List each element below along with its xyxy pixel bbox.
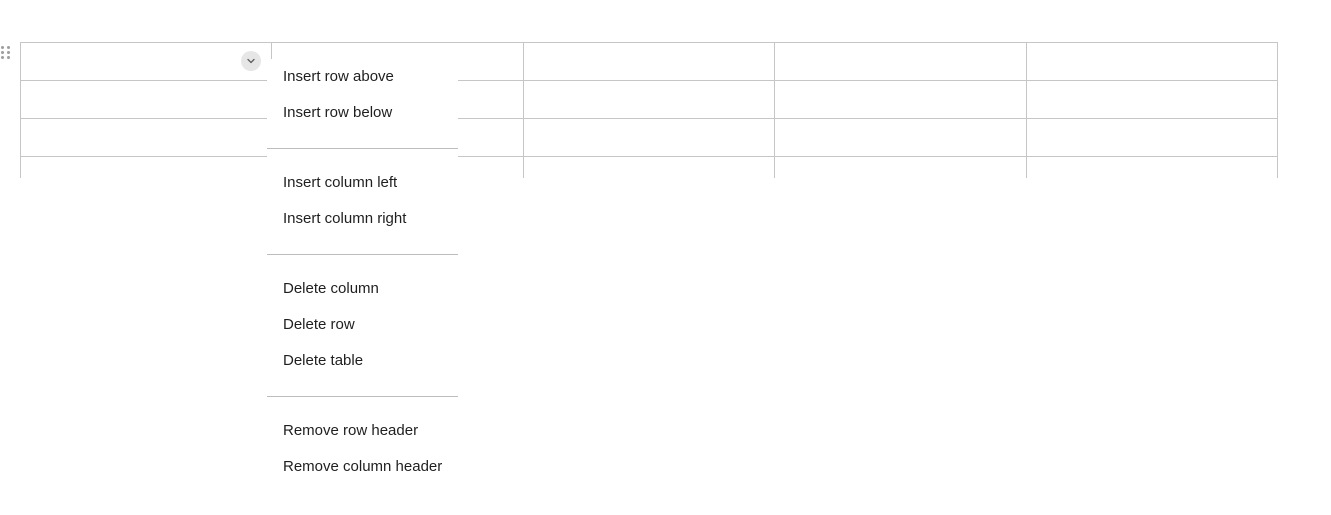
remove-column-header-item[interactable]: Remove column header xyxy=(267,449,458,485)
insert-column-left-item[interactable]: Insert column left xyxy=(267,165,458,201)
table-cell[interactable] xyxy=(20,156,273,178)
table-cell[interactable] xyxy=(1025,118,1278,157)
insert-row-above-item[interactable]: Insert row above xyxy=(267,59,458,95)
table-cell[interactable] xyxy=(1025,156,1278,178)
table-row xyxy=(20,118,1278,157)
table-container xyxy=(20,42,1278,178)
menu-divider xyxy=(267,148,458,149)
table-context-menu: Insert row above Insert row below Insert… xyxy=(267,59,458,485)
table-cell[interactable] xyxy=(774,156,1027,178)
table-cell[interactable] xyxy=(20,80,273,119)
delete-column-item[interactable]: Delete column xyxy=(267,271,458,307)
insert-column-right-item[interactable]: Insert column right xyxy=(267,201,458,237)
table-cell[interactable] xyxy=(20,42,273,81)
delete-table-item[interactable]: Delete table xyxy=(267,343,458,379)
table-cell[interactable] xyxy=(522,42,776,81)
drag-handle-icon[interactable] xyxy=(1,46,11,62)
table-cell[interactable] xyxy=(1025,80,1278,119)
cell-menu-button[interactable] xyxy=(241,51,261,71)
table-cell[interactable] xyxy=(774,80,1027,119)
chevron-down-icon xyxy=(247,58,255,64)
table-cell[interactable] xyxy=(774,118,1027,157)
remove-row-header-item[interactable]: Remove row header xyxy=(267,413,458,449)
table-cell[interactable] xyxy=(1025,42,1278,81)
menu-divider xyxy=(267,254,458,255)
table-row xyxy=(20,80,1278,119)
table-cell[interactable] xyxy=(774,42,1027,81)
menu-divider xyxy=(267,396,458,397)
table-row xyxy=(20,42,1278,81)
table-cell[interactable] xyxy=(522,118,776,157)
data-table xyxy=(20,42,1278,178)
delete-row-item[interactable]: Delete row xyxy=(267,307,458,343)
table-cell[interactable] xyxy=(20,118,273,157)
table-row xyxy=(20,156,1278,178)
editor-canvas: Insert row above Insert row below Insert… xyxy=(0,0,1331,515)
insert-row-below-item[interactable]: Insert row below xyxy=(267,95,458,131)
table-cell[interactable] xyxy=(522,156,776,178)
table-cell[interactable] xyxy=(522,80,776,119)
